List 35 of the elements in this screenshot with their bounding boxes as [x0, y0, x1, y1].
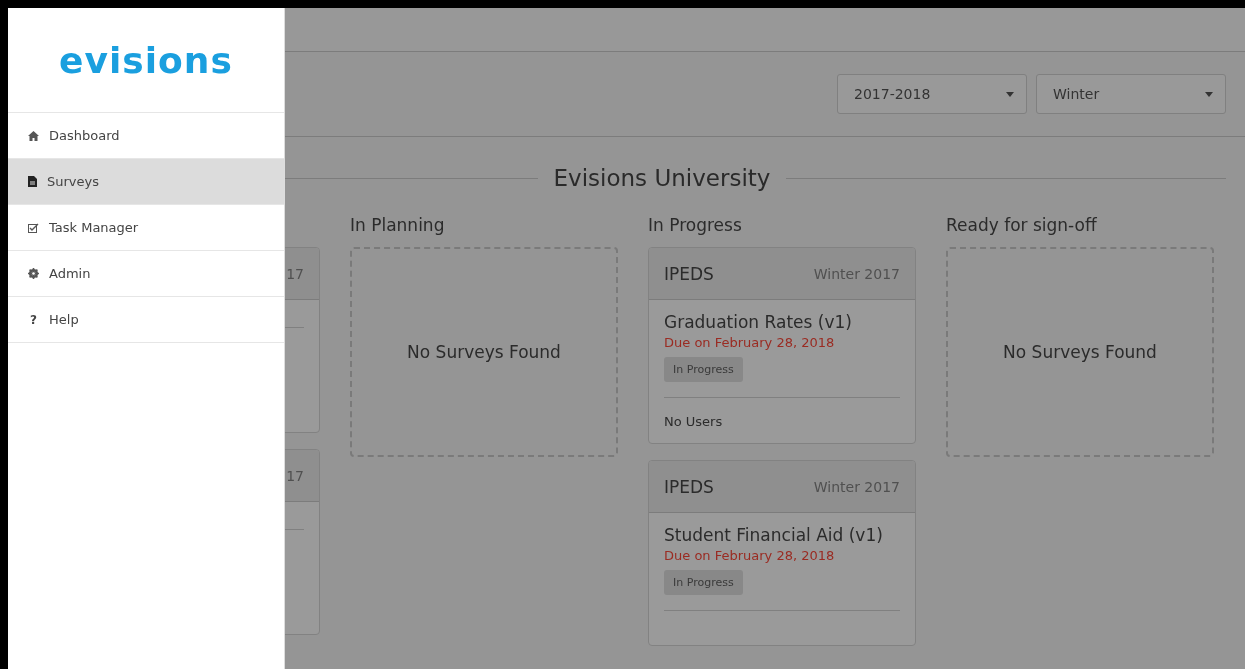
column-heading: Ready for sign-off	[946, 215, 1097, 235]
column-heading: In Progress	[648, 215, 742, 235]
due-date: Due on February 28, 2018	[664, 335, 836, 350]
program-name: IPEDS	[664, 263, 714, 284]
caret-icon	[1205, 91, 1213, 97]
survey-card[interactable]: IPEDS Winter 2017 Student Financial Aid (v1) Due on February 28, 2018 In Progress	[648, 460, 916, 646]
dropdown[interactable]: 2017-2018	[837, 74, 1027, 114]
users-label: No Users	[664, 414, 724, 429]
empty-message: No Surveys Found	[407, 342, 561, 362]
sidebar-item[interactable]: ? Help	[8, 297, 284, 343]
page-title: Evisions University	[553, 165, 771, 191]
gear-icon	[28, 268, 39, 279]
caret-icon	[1006, 91, 1014, 97]
due-date: Due on February 28, 2018	[664, 548, 836, 563]
dropdown[interactable]: Winter	[1036, 74, 1226, 114]
term-label: Winter 2017	[813, 478, 900, 495]
sidebar-item[interactable]: Admin	[8, 251, 284, 297]
checkbox-icon	[28, 222, 39, 233]
status-badge: In Progress	[664, 357, 743, 382]
program-name: IPEDS	[664, 476, 714, 497]
survey-title: Graduation Rates (v1)	[664, 312, 853, 332]
empty-message: No Surveys Found	[1003, 342, 1157, 362]
column-heading: In Planning	[350, 215, 445, 235]
file-icon	[28, 176, 37, 187]
home-icon	[28, 130, 39, 141]
sidebar-item[interactable]: Task Manager	[8, 205, 284, 251]
survey-card[interactable]: IPEDS Winter 2017 Graduation Rates (v1) Due on February 28, 2018 In Progress No Users	[648, 247, 916, 444]
term-label: Winter 2017	[813, 265, 900, 282]
term-label: 17	[286, 265, 304, 282]
help-icon: ?	[28, 312, 39, 327]
term-label: 17	[286, 467, 304, 484]
status-badge: In Progress	[664, 570, 743, 595]
sidebar-item[interactable]: Surveys	[8, 159, 284, 205]
survey-title: Student Financial Aid (v1)	[664, 525, 884, 545]
logo: evisions	[59, 39, 233, 81]
